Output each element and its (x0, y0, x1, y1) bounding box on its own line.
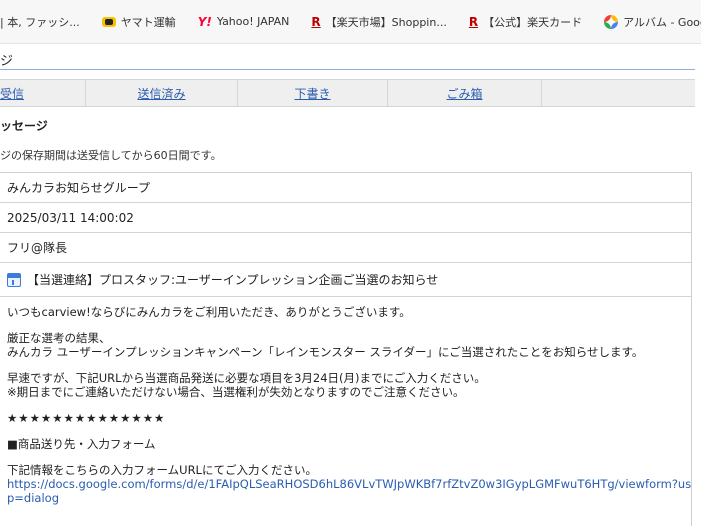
body-form-instruction: 下記情報をこちらの入力フォームURLにてご入力ください。 (7, 463, 317, 477)
tab-drafts[interactable]: 下書き (238, 80, 388, 106)
body-result-line1: 厳正な選考の結果、 (7, 331, 111, 345)
bookmark-yahoo[interactable]: Y! Yahoo! JAPAN (198, 15, 290, 29)
tab-sent[interactable]: 送信済み (86, 80, 238, 106)
message-datetime: 2025/03/11 14:00:02 (0, 203, 691, 233)
retention-note: ジの保存期間は送受信してから60日間です。 (0, 149, 222, 162)
bookmark-label: | 本, ファッシ... (0, 15, 80, 29)
message-detail: みんカラお知らせグループ 2025/03/11 14:00:02 フリ@隊長 【… (0, 172, 692, 526)
bookmark-amazon[interactable]: | 本, ファッシ... (0, 14, 80, 30)
message-subject-row: 【当選連絡】プロスタッフ:ユーザーインプレッション企画ご当選のお知らせ (0, 263, 691, 297)
tab-empty (542, 80, 695, 106)
message-body: いつもcarview!ならびにみんカラをご利用いただき、ありがとうございます。 … (0, 297, 691, 505)
message-sender: みんカラお知らせグループ (0, 173, 691, 203)
bookmark-rakuten-card[interactable]: R 【公式】楽天カード (469, 14, 582, 30)
body-result-line2: みんカラ ユーザーインプレッションキャンペーン「レインモンスター スライダー」に… (7, 345, 644, 359)
page-title: ジ (0, 44, 695, 70)
body-request-line2: ※期日までにご連絡いただけない場合、当選権利が失効となりますのでご注意ください。 (7, 385, 465, 399)
bookmark-google-photos[interactable]: アルバム - Google フ... (604, 14, 701, 30)
body-request-line1: 早速ですが、下記URLから当選商品発送に必要な項目を3月24日(月)までにご入力… (7, 371, 486, 385)
bookmark-label: 【楽天市場】Shoppin... (325, 15, 447, 29)
bookmark-label: ヤマト運輸 (120, 15, 176, 29)
rakuten-card-icon: R (468, 14, 479, 29)
bookmark-label: Yahoo! JAPAN (216, 15, 290, 28)
bookmarks-bar: | 本, ファッシ... ヤマト運輸 Y! Yahoo! JAPAN R 【楽天… (0, 0, 701, 44)
body-greeting: いつもcarview!ならびにみんカラをご利用いただき、ありがとうございます。 (7, 305, 411, 319)
mailbox-tabs: 受信 送信済み 下書き ごみ箱 (0, 79, 695, 107)
body-form-heading: ■商品送り先・入力フォーム (7, 437, 156, 451)
message-recipient: フリ@隊長 (0, 233, 691, 263)
message-subject: 【当選連絡】プロスタッフ:ユーザーインプレッション企画ご当選のお知らせ (27, 273, 439, 287)
yamato-icon (101, 16, 116, 27)
yahoo-icon: Y! (197, 14, 212, 29)
bookmark-label: 【公式】楽天カード (483, 15, 583, 29)
tab-trash[interactable]: ごみ箱 (388, 80, 542, 106)
bookmark-label: アルバム - Google フ... (623, 15, 701, 29)
bookmark-yamato[interactable]: ヤマト運輸 (101, 14, 176, 30)
body-stars: ★★★★★★★★★★★★★★ (7, 411, 166, 425)
google-photos-icon (604, 14, 619, 29)
calendar-icon (7, 272, 21, 287)
tab-inbox[interactable]: 受信 (0, 80, 86, 106)
form-url-link[interactable]: https://docs.google.com/forms/d/e/1FAIpQ… (7, 477, 692, 505)
section-title: ッセージ (0, 119, 48, 133)
rakuten-icon: R (311, 14, 321, 29)
bookmark-rakuten-ichiba[interactable]: R 【楽天市場】Shoppin... (311, 14, 446, 30)
